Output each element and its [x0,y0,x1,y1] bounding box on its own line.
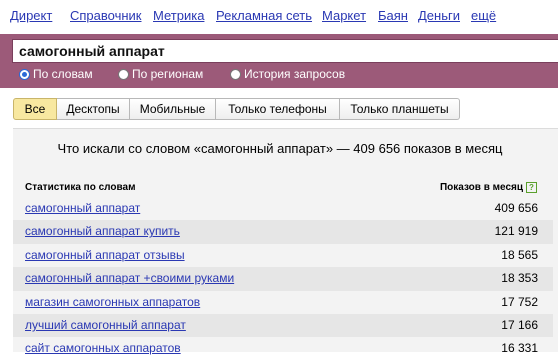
nav-link-metrika[interactable]: Метрика [153,8,204,23]
radio-icon [118,68,129,80]
nav-link-market[interactable]: Маркет [322,8,366,23]
phrase-link[interactable]: лучший самогонный аппарат [25,318,186,332]
table-row: самогонный аппарат отзывы 18 565 [13,244,553,267]
radio-selected-icon [19,68,30,80]
mode-label: По регионам [132,67,204,81]
results-title: Что искали со словом «самогонный аппарат… [57,141,503,156]
table-row: магазин самогонных аппаратов 17 752 [13,291,553,314]
impressions-count: 18 565 [501,247,538,262]
search-input[interactable]: самогонный аппарат [12,39,558,63]
mode-label: История запросов [244,67,346,81]
phrase-link[interactable]: самогонный аппарат [25,201,140,215]
mode-label: По словам [33,67,93,81]
impressions-count: 17 166 [501,317,538,332]
tab-phones-only[interactable]: Только телефоны [216,98,340,120]
impressions-count: 18 353 [501,271,538,286]
impressions-count: 16 331 [501,341,538,356]
nav-link-dengi[interactable]: Деньги [418,8,460,23]
column-header-phrase: Статистика по словам [25,182,136,193]
phrase-link[interactable]: самогонный аппарат +своими руками [25,271,234,285]
mode-history[interactable]: История запросов [230,67,345,81]
impressions-count: 17 752 [501,294,538,309]
radio-icon [230,68,241,80]
table-row: сайт самогонных аппаратов 16 331 [13,337,553,360]
top-navigation: Директ Справочник Метрика Рекламная сеть… [0,0,558,30]
table-row: самогонный аппарат 409 656 [13,197,553,220]
column-header-count: Показов в месяц ? [440,182,537,193]
table-row: лучший самогонный аппарат 17 166 [13,313,553,338]
nav-link-more[interactable]: ещё [471,8,496,23]
impressions-count: 409 656 [494,201,538,215]
impressions-count: 121 919 [494,224,538,239]
mode-by-words[interactable]: По словам [19,67,93,81]
tab-mobile[interactable]: Мобильные [130,98,216,120]
phrase-link[interactable]: самогонный аппарат купить [25,224,180,238]
tab-tablets-only[interactable]: Только планшеты [340,98,460,120]
phrase-link[interactable]: сайт самогонных аппаратов [25,341,181,355]
nav-link-ad-network[interactable]: Рекламная сеть [216,8,312,23]
table-row: самогонный аппарат +своими руками 18 353 [13,267,553,291]
column-header-count-label: Показов в месяц [439,182,523,193]
results-table: самогонный аппарат 409 656 самогонный ап… [13,197,553,361]
device-tabs: Все Десктопы Мобильные Только телефоны Т… [13,98,460,120]
mode-by-regions[interactable]: По регионам [118,67,203,81]
help-icon[interactable]: ? [526,182,537,193]
search-mode-group: По словам По регионам История запросов [19,67,558,83]
tab-all[interactable]: Все [13,98,57,120]
nav-link-spravochnik[interactable]: Справочник [70,8,142,23]
phrase-link[interactable]: самогонный аппарат отзывы [25,248,185,262]
table-row: самогонный аппарат купить 121 919 [13,220,553,244]
nav-link-direct[interactable]: Директ [10,8,52,23]
nav-link-bayan[interactable]: Баян [378,8,408,23]
tab-desktops[interactable]: Десктопы [57,98,130,120]
phrase-link[interactable]: магазин самогонных аппаратов [25,295,200,309]
